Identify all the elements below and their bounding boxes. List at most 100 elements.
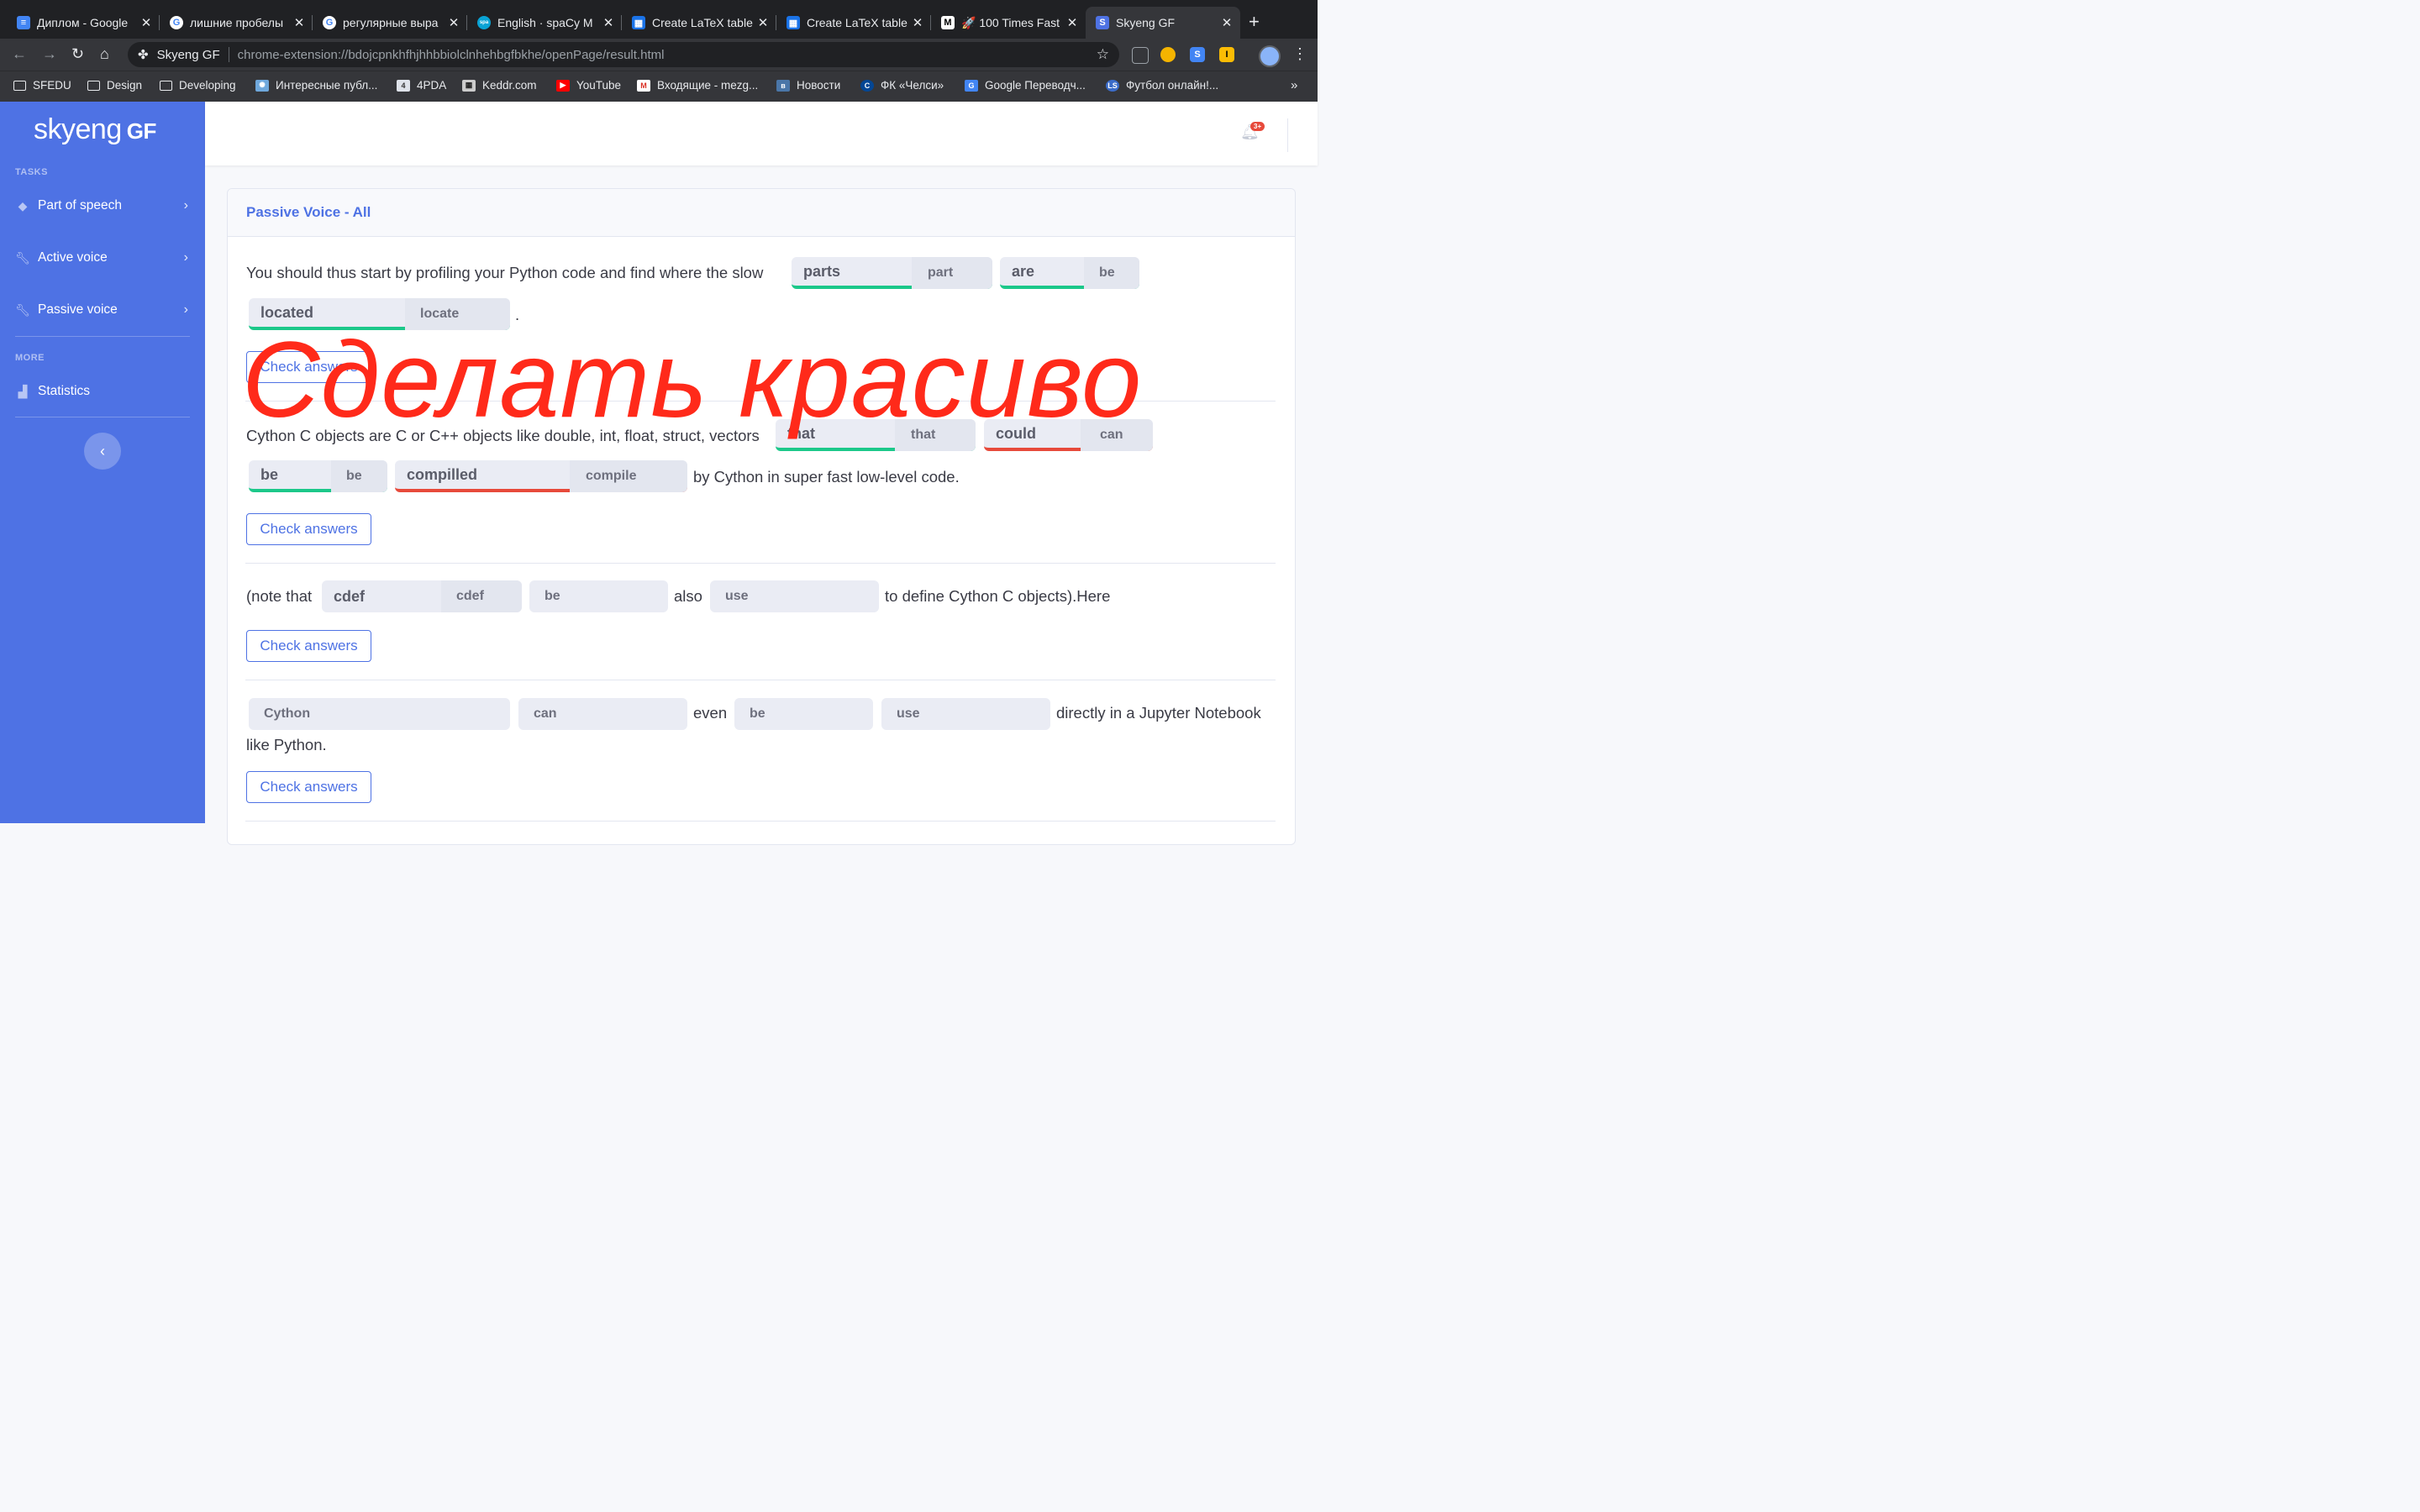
gmail-icon: M — [637, 79, 650, 92]
extension-icon[interactable] — [1160, 47, 1176, 62]
hint-label: part — [928, 265, 954, 280]
annotation-overlay-text: Сделать красиво — [242, 320, 1143, 440]
sentence-text: like Python. — [246, 736, 327, 753]
divider — [245, 563, 1276, 564]
sentence-text: You should thus start by profiling your … — [246, 264, 764, 281]
answer-field[interactable]: parts part — [792, 257, 992, 289]
bookmark-item[interactable]: Design — [87, 79, 142, 92]
sidebar-collapse-button[interactable]: ‹ — [84, 433, 121, 470]
sidebar-item-active-voice[interactable]: 🔧︎ Active voice › — [15, 245, 192, 270]
home-icon[interactable]: ⌂ — [100, 45, 109, 62]
bookmark-item[interactable]: C ФК «Челси» — [860, 79, 944, 92]
new-tab-button[interactable]: + — [1249, 12, 1260, 32]
skyeng-extension-icon[interactable]: S — [1190, 47, 1205, 62]
back-icon[interactable]: ← — [12, 45, 27, 62]
sentence-text: (note that — [246, 587, 313, 605]
bookmark-item[interactable]: SFEDU — [13, 79, 71, 92]
profile-avatar[interactable] — [1259, 45, 1281, 67]
address-bar[interactable]: ✤ Skyeng GF chrome-extension://bdojcpnkh… — [128, 42, 1119, 67]
bookmark-item[interactable]: в Новости — [776, 79, 840, 92]
sidebar-item-statistics[interactable]: ▟ Statistics — [15, 379, 192, 404]
hint-label: cdef — [456, 589, 484, 603]
bookmark-item[interactable]: M Входящие - mezg... — [637, 79, 758, 92]
google-icon: G — [323, 16, 336, 29]
docs-icon: ≡ — [17, 16, 30, 29]
bookmark-icon: LS — [1106, 79, 1119, 92]
bookmark-item[interactable]: Developing — [160, 79, 236, 92]
bookmark-item[interactable]: ▶ YouTube — [556, 79, 621, 92]
sentence-text: to define Cython C objects).Here — [885, 587, 1111, 605]
bookmarks-bar: SFEDU Design Developing ✺ Интересные публ… — [0, 71, 1318, 102]
answer-field[interactable]: compilled compile — [395, 460, 687, 492]
logo[interactable]: skyeng GF — [34, 113, 156, 146]
browser-tab[interactable]: ≡ Диплом - Google ✕ — [7, 7, 160, 39]
shapes-icon: ◆ — [18, 198, 28, 213]
answer-field[interactable]: cdef cdef — [322, 580, 522, 612]
check-answers-button[interactable]: Check answers — [246, 513, 371, 545]
browser-tab[interactable]: ▦ Create LaTeX table ✕ — [622, 7, 776, 39]
bookmark-item[interactable]: LS Футбол онлайн!... — [1106, 79, 1218, 92]
forward-icon[interactable]: → — [42, 45, 57, 62]
answer-field[interactable]: are be — [1000, 257, 1139, 289]
check-answers-button[interactable]: Check answers — [246, 630, 371, 662]
bookmarks-more-button[interactable]: » — [1291, 78, 1297, 92]
answer-input[interactable]: use — [710, 580, 879, 612]
browser-tab-active[interactable]: S Skyeng GF ✕ — [1086, 7, 1240, 39]
sidebar-item-passive-voice[interactable]: 🔧︎ Passive voice › — [15, 297, 192, 323]
sentence-text: even — [693, 704, 728, 722]
sentence-text: directly in a Jupyter Notebook — [1056, 704, 1261, 722]
close-icon[interactable]: ✕ — [1220, 15, 1234, 30]
shield-extension-icon[interactable] — [1132, 47, 1149, 64]
bookmark-item[interactable]: ▦ Keddr.com — [462, 79, 537, 92]
menu-icon[interactable]: ⋮ — [1292, 45, 1307, 63]
answer-field[interactable]: be be — [249, 460, 387, 492]
close-icon[interactable]: ✕ — [292, 15, 306, 30]
close-icon[interactable]: ✕ — [1065, 15, 1079, 30]
bookmark-star-icon[interactable]: ☆ — [1097, 46, 1109, 63]
divider — [15, 336, 190, 337]
close-icon[interactable]: ✕ — [756, 15, 770, 30]
browser-tab[interactable]: spa English · spaCy M ✕ — [467, 7, 622, 39]
divider — [245, 821, 1276, 822]
sentence-text: by Cython in super fast low-level code. — [693, 468, 960, 486]
bookmark-icon: 4 — [397, 79, 410, 92]
browser-tab[interactable]: G лишние пробелы ✕ — [160, 7, 313, 39]
browser-tab[interactable]: M 🚀 100 Times Fast ✕ — [931, 7, 1086, 39]
browser-toolbar: ← → ↻ ⌂ ✤ Skyeng GF chrome-extension://b… — [0, 39, 1318, 71]
reload-icon[interactable]: ↻ — [71, 45, 84, 62]
wrench-icon: 🔧︎ — [15, 302, 30, 317]
close-icon[interactable]: ✕ — [447, 15, 460, 30]
bookmark-icon: ▦ — [462, 79, 476, 92]
sidebar-item-part-of-speech[interactable]: ◆ Part of speech › — [15, 193, 192, 218]
sentence-text: also — [674, 587, 702, 605]
extension-icon[interactable]: I — [1219, 47, 1234, 62]
close-icon[interactable]: ✕ — [139, 15, 153, 30]
notification-badge: 3+ — [1250, 122, 1265, 131]
section-header-tasks: TASKS — [15, 167, 48, 177]
card-title: Passive Voice - All — [246, 204, 371, 220]
hint-label: be — [1099, 265, 1115, 280]
bookmark-item[interactable]: 4 4PDA — [397, 79, 446, 92]
bookmark-item[interactable]: ✺ Интересные публ... — [255, 79, 377, 92]
answer-input[interactable]: can — [518, 698, 687, 730]
chart-icon: ▟ — [18, 384, 28, 398]
answer-input[interactable]: Cython — [249, 698, 510, 730]
browser-tab-bar: ≡ Диплом - Google ✕ G лишние пробелы ✕ G… — [0, 0, 1318, 39]
close-icon[interactable]: ✕ — [602, 15, 615, 30]
table-icon: ▦ — [632, 16, 645, 29]
close-icon[interactable]: ✕ — [911, 15, 924, 30]
answer-input[interactable]: use — [881, 698, 1050, 730]
browser-tab[interactable]: ▦ Create LaTeX table ✕ — [776, 7, 931, 39]
bookmark-icon: ✺ — [255, 79, 269, 92]
browser-tab[interactable]: G регулярные выра ✕ — [313, 7, 467, 39]
section-header-more: MORE — [15, 353, 45, 363]
chevron-right-icon: › — [183, 302, 188, 317]
check-answers-button[interactable]: Check answers — [246, 771, 371, 803]
top-header: 🔔︎ 3+ — [205, 102, 1318, 165]
folder-icon — [87, 80, 100, 91]
answer-input[interactable]: be — [734, 698, 873, 730]
wrench-icon: 🔧︎ — [15, 250, 30, 265]
sidebar: skyeng GF TASKS ◆ Part of speech › 🔧︎ Act… — [0, 102, 205, 823]
bookmark-item[interactable]: G Google Переводч... — [965, 79, 1086, 92]
answer-input[interactable]: be — [529, 580, 668, 612]
